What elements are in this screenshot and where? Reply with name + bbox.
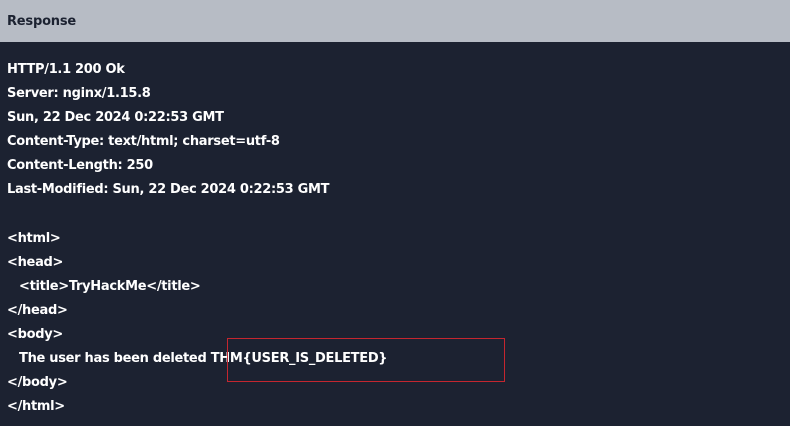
server-header: Server: nginx/1.15.8 — [7, 86, 151, 102]
response-panel: Response HTTP/1.1 200 Ok Server: nginx/1… — [0, 0, 790, 426]
body-message-line: The user has been deleted THM{USER_IS_DE… — [7, 347, 790, 371]
body-close-tag: </body> — [7, 375, 68, 391]
title-tag-line: <title>TryHackMe</title> — [19, 278, 201, 294]
date-header: Sun, 22 Dec 2024 0:22:53 GMT — [7, 110, 224, 126]
response-header: Response — [0, 0, 790, 42]
html-close-tag: </html> — [7, 399, 65, 415]
flag-text: THM{USER_IS_DELETED} — [210, 351, 388, 367]
head-open-tag: <head> — [7, 254, 64, 270]
html-open-tag: <html> — [7, 230, 61, 246]
head-close-tag: </head> — [7, 302, 68, 318]
content-length-header: Content-Length: 250 — [7, 158, 153, 174]
response-content: HTTP/1.1 200 Ok Server: nginx/1.15.8 Sun… — [0, 42, 790, 419]
status-line: HTTP/1.1 200 Ok — [7, 62, 125, 77]
response-title: Response — [7, 13, 77, 29]
last-modified-header: Last-Modified: Sun, 22 Dec 2024 0:22:53 … — [7, 182, 330, 198]
body-open-tag: <body> — [7, 327, 64, 343]
deleted-message: The user has been deleted — [19, 351, 211, 367]
content-type-header: Content-Type: text/html; charset=utf-8 — [7, 134, 280, 150]
